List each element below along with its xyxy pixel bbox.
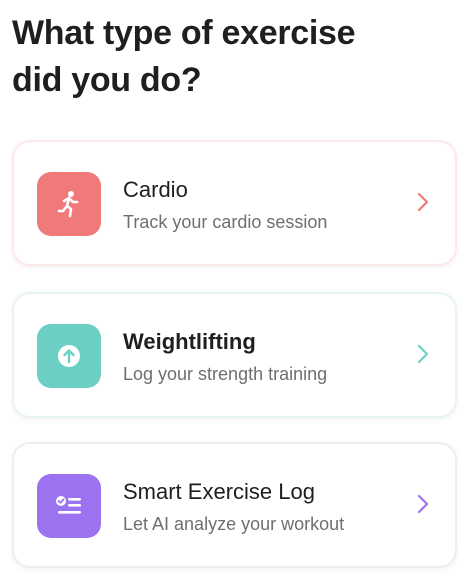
option-card-cardio[interactable]: Cardio Track your cardio session <box>12 140 457 266</box>
option-subtitle: Let AI analyze your workout <box>123 514 345 534</box>
smart-log-icon-tile <box>37 474 101 538</box>
page-title: What type of exercise did you do? <box>12 10 452 104</box>
option-title: Cardio <box>123 177 188 202</box>
option-title: Weightlifting <box>123 329 256 354</box>
chevron-right-icon <box>417 494 429 514</box>
chevron-right-icon <box>417 192 429 212</box>
option-subtitle: Track your cardio session <box>123 212 328 232</box>
page-title-line-2: did you do? <box>12 61 202 99</box>
weightlifting-icon-tile <box>37 324 101 388</box>
running-person-icon <box>57 191 79 218</box>
chevron-right-icon <box>417 344 429 364</box>
cardio-icon-tile <box>37 172 101 236</box>
checklist-icon <box>56 496 81 514</box>
option-title: Smart Exercise Log <box>123 479 315 504</box>
exercise-type-screen: What type of exercise did you do? Cardio… <box>0 0 476 582</box>
option-card-weightlifting[interactable]: Weightlifting Log your strength training <box>12 292 457 418</box>
option-subtitle: Log your strength training <box>123 364 328 384</box>
arrow-up-circle-icon <box>58 345 80 367</box>
option-card-smart-exercise-log[interactable]: Smart Exercise Log Let AI analyze your w… <box>12 442 457 568</box>
page-title-line-1: What type of exercise <box>12 14 356 52</box>
